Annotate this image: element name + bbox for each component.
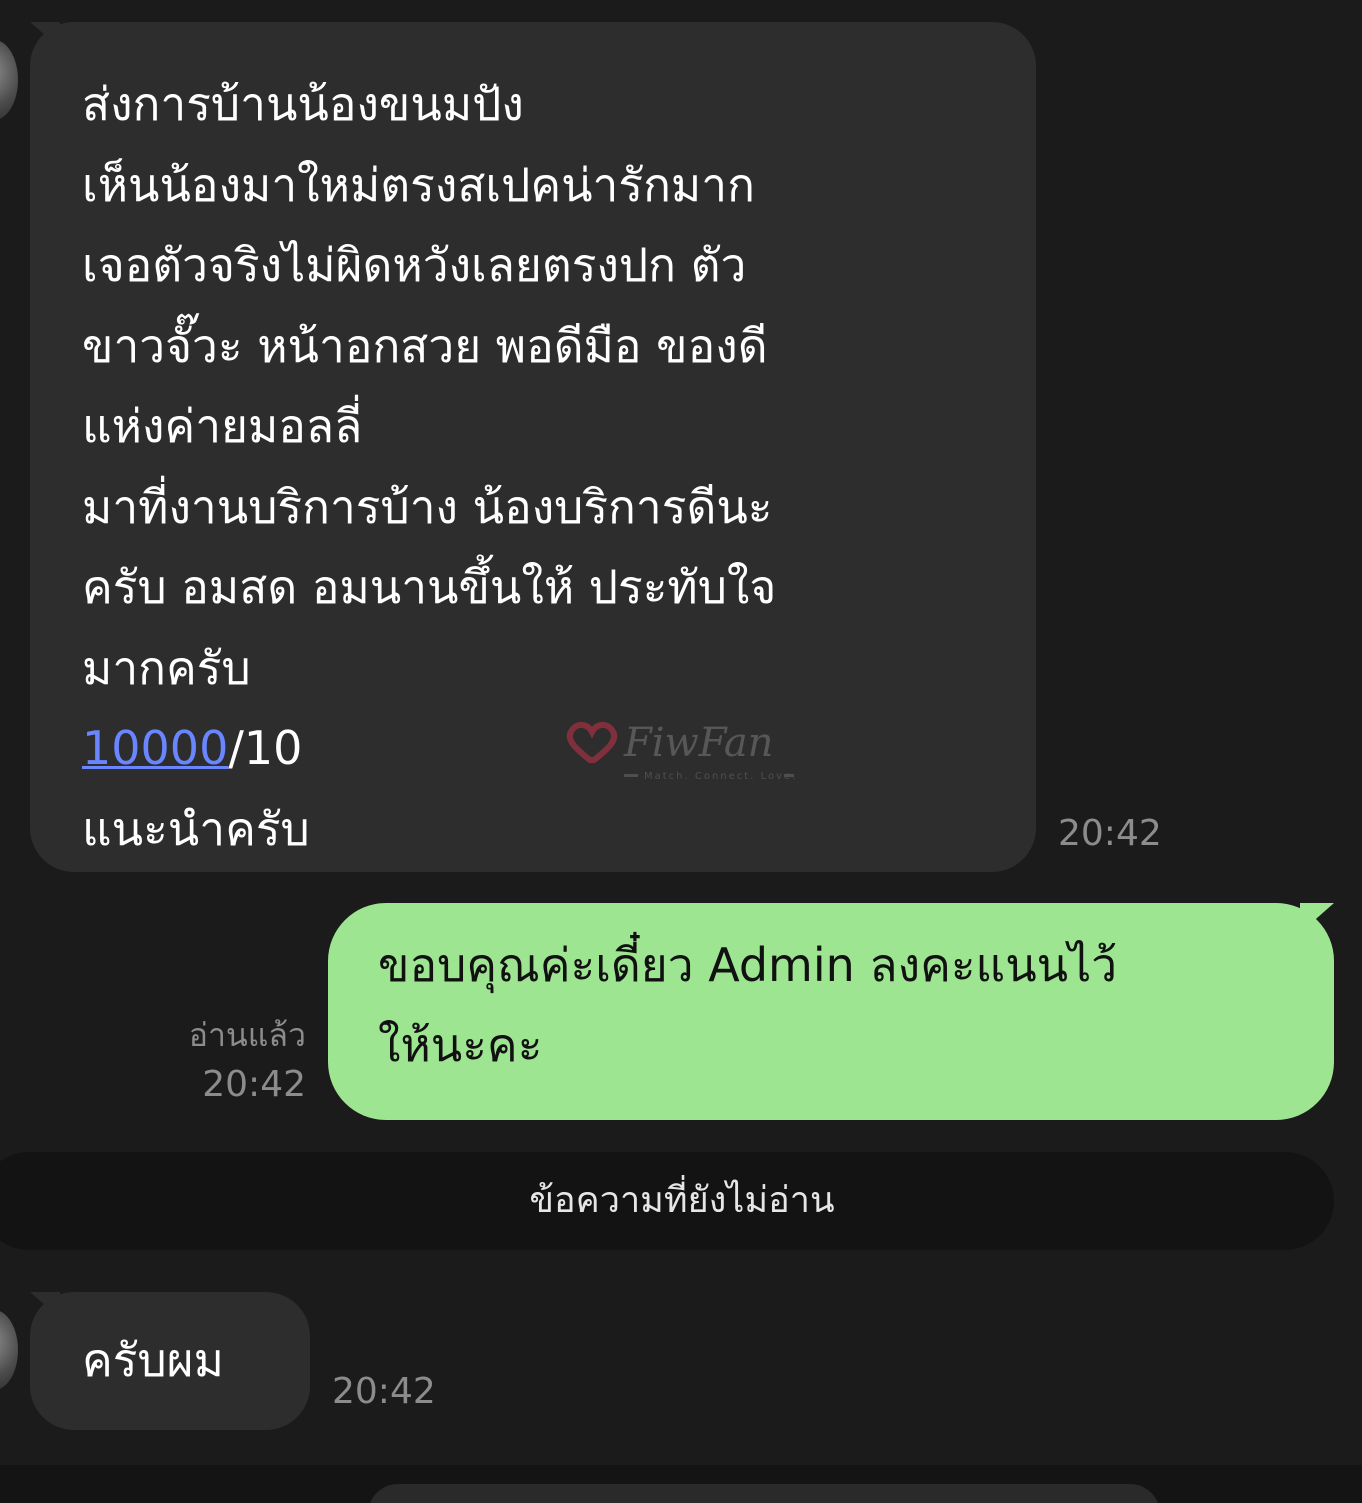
message-line: เจอตัวจริงไม่ผิดหวังเลยตรงปก ตัว	[82, 238, 747, 292]
heart-icon	[566, 722, 618, 763]
message-line: ให้นะคะ	[378, 1018, 543, 1072]
message-line: ส่งการบ้านน้องขนมปัง	[82, 77, 524, 131]
watermark-brand: FiwFan	[623, 720, 773, 766]
sender-avatar[interactable]	[0, 40, 18, 120]
read-receipt: อ่านแล้ว 20:42	[189, 1012, 306, 1112]
unread-messages-divider: ข้อความที่ยังไม่อ่าน	[0, 1152, 1334, 1250]
chat-screen: ส่งการบ้านน้องขนมปัง เห็นน้องมาใหม่ตรงสเ…	[0, 0, 1362, 1503]
message-text: ส่งการบ้านน้องขนมปัง เห็นน้องมาใหม่ตรงสเ…	[82, 64, 1006, 869]
message-timestamp: 20:42	[1058, 813, 1162, 854]
message-line: ขาวจั๊วะ หน้าอกสวย พอดีมือ ของดี	[82, 318, 768, 373]
message-line: แห่งค่ายมอลลี่	[82, 399, 363, 453]
message-line: มาที่งานบริการบ้าง น้องบริการดีนะ	[82, 479, 773, 534]
incoming-message-bubble[interactable]: ส่งการบ้านน้องขนมปัง เห็นน้องมาใหม่ตรงสเ…	[30, 22, 1036, 872]
read-label: อ่านแล้ว	[188, 1016, 306, 1054]
message-text: ครับผม	[82, 1320, 290, 1401]
score-link[interactable]: 10000	[82, 721, 228, 775]
score-suffix: /10	[228, 721, 303, 775]
message-line: แนะนำครับ	[82, 801, 310, 856]
message-line: มากครับ	[82, 640, 251, 695]
watermark-tagline: Match. Connect. Love.	[644, 771, 797, 782]
message-text: ขอบคุณค่ะเดี๋ยว Admin ลงคะแนนไว้ ให้นะคะ	[378, 925, 1294, 1085]
message-line: ครับผม	[82, 1333, 224, 1387]
incoming-message-bubble[interactable]: ครับผม	[30, 1292, 310, 1430]
message-timestamp: 20:42	[202, 1064, 306, 1105]
message-timestamp: 20:42	[332, 1371, 436, 1412]
message-line: ขอบคุณค่ะเดี๋ยว Admin ลงคะแนนไว้	[378, 938, 1118, 992]
sender-avatar[interactable]	[0, 1310, 18, 1390]
message-input-field[interactable]	[368, 1484, 1160, 1503]
outgoing-message-bubble[interactable]: ขอบคุณค่ะเดี๋ยว Admin ลงคะแนนไว้ ให้นะคะ	[328, 903, 1334, 1120]
fiwfan-watermark-logo: FiwFan Match. Connect. Love.	[566, 720, 797, 782]
message-line: เห็นน้องมาใหม่ตรงสเปคน่ารักมาก	[82, 157, 755, 212]
score-line: 10000/10	[82, 708, 1006, 789]
message-line: ครับ อมสด อมนานขึ้นให้ ประทับใจ	[82, 560, 777, 614]
